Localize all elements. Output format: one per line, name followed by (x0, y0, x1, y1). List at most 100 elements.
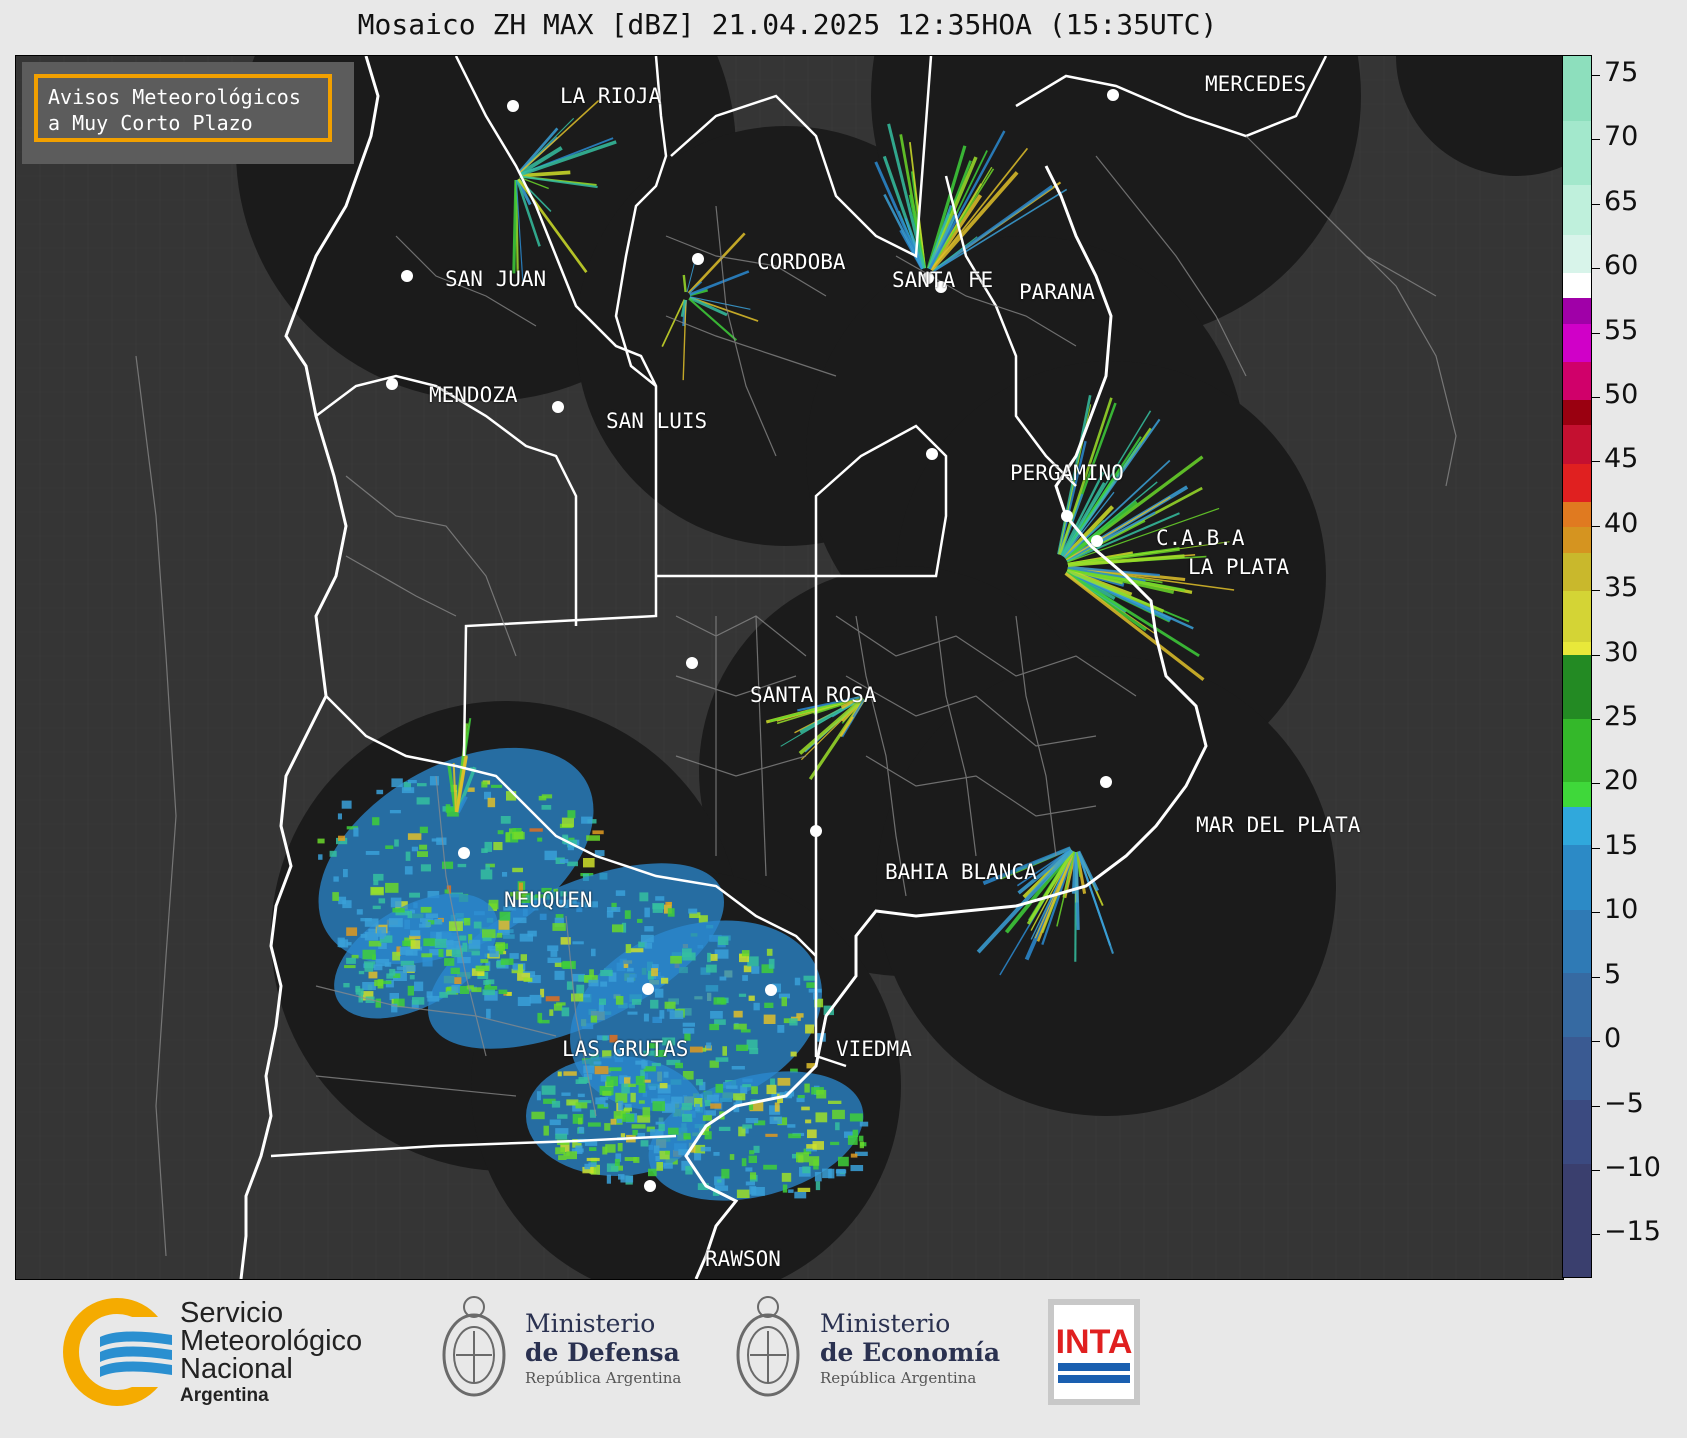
echo-speckle (805, 1119, 812, 1124)
echo-speckle (442, 861, 454, 869)
echo-speckle (814, 1172, 822, 1182)
defensa-wordmark: Ministerio de Defensa República Argentin… (525, 1309, 681, 1389)
echo-speckle (499, 911, 511, 921)
echo-speckle (595, 1097, 606, 1105)
echo-speckle (750, 1172, 757, 1180)
echo-speckle (375, 998, 381, 1008)
echo-speckle (609, 1067, 622, 1072)
city-dot (401, 270, 413, 282)
echo-speckle (830, 1141, 840, 1146)
echo-speckle (766, 1084, 777, 1095)
echo-speckle (606, 910, 614, 918)
echo-speckle (385, 882, 399, 893)
echo-speckle (681, 1103, 693, 1110)
echo-speckle (790, 1051, 797, 1057)
echo-speckle (655, 896, 665, 901)
echo-spoke-rioja (512, 179, 518, 274)
echo-speckle (577, 1093, 585, 1098)
echo-speckle (513, 917, 527, 924)
echo-speckle (558, 1155, 567, 1160)
echo-speckle (571, 993, 584, 1002)
echo-speckle (643, 1013, 649, 1022)
echo-speckle (815, 1112, 828, 1123)
echo-speckle (766, 948, 773, 956)
echo-speckle (587, 1122, 601, 1127)
echo-speckle (541, 1085, 556, 1095)
echo-speckle (355, 988, 364, 995)
echo-speckle (610, 1118, 617, 1125)
echo-speckle (527, 930, 537, 937)
echo-speckle (630, 948, 644, 953)
echo-speckle (551, 1100, 561, 1108)
radar-coverage-layer (236, 56, 1563, 1279)
echo-speckle (581, 816, 593, 824)
echo-speckle (552, 923, 566, 931)
city-label-santa-fe: SANTA FE (892, 268, 994, 292)
echo-speckle (653, 1145, 660, 1154)
echo-speckle (462, 942, 467, 952)
echo-speckle (640, 1140, 649, 1147)
echo-speckle (796, 1152, 809, 1163)
echo-speckle (579, 1126, 584, 1134)
echo-speckle (555, 1147, 565, 1155)
echo-speckle (572, 941, 584, 945)
echo-speckle (566, 1151, 577, 1160)
echo-speckle (412, 997, 425, 1005)
echo-speckle (480, 869, 493, 880)
echo-speckle (389, 810, 401, 814)
colorbar-tick-label: −5 (1604, 1088, 1644, 1119)
echo-speckle (717, 936, 729, 945)
echo-speckle (591, 948, 596, 957)
inta-logo-icon: INTA (1048, 1299, 1140, 1405)
echo-speckle (812, 1141, 824, 1150)
city-label-mar-del-plata: MAR DEL PLATA (1196, 813, 1361, 837)
echo-speckle (659, 1083, 668, 1089)
echo-speckle (695, 1079, 703, 1086)
city-dot (507, 100, 519, 112)
echo-speckle (704, 1131, 712, 1140)
echo-speckle (806, 982, 815, 988)
city-label-pergamino: PERGAMINO (1010, 461, 1124, 485)
colorbar-tick (1592, 461, 1600, 462)
colorbar-segment (1563, 323, 1591, 363)
echo-speckle (401, 787, 415, 794)
echo-speckle (625, 944, 632, 954)
echo-speckle (770, 1078, 776, 1085)
echo-speckle (777, 1025, 785, 1033)
echo-speckle (487, 797, 496, 808)
city-label-bahia-blanca: BAHIA BLANCA (885, 860, 1037, 884)
echo-speckle (531, 1111, 545, 1120)
colorbar-tick (1592, 1234, 1600, 1235)
echo-speckle (520, 954, 527, 961)
echo-speckle (417, 851, 428, 857)
colorbar-tick (1592, 1170, 1600, 1171)
echo-speckle (414, 981, 424, 992)
echo-speckle (436, 837, 447, 845)
echo-speckle (746, 1039, 758, 1050)
economia-line-3: República Argentina (820, 1369, 977, 1387)
city-dot (686, 657, 698, 669)
echo-speckle (434, 918, 443, 925)
echo-speckle (604, 1123, 611, 1131)
echo-speckle (434, 938, 448, 948)
echo-speckle (788, 1133, 801, 1139)
echo-speckle (517, 964, 523, 974)
echo-speckle (468, 939, 481, 949)
echo-speckle (789, 1018, 798, 1026)
echo-speckle (332, 892, 339, 901)
echo-speckle (370, 886, 384, 896)
echo-speckle (500, 958, 514, 965)
echo-speckle (835, 1169, 847, 1174)
radar-map[interactable] (15, 55, 1564, 1280)
colorbar-tick (1592, 333, 1600, 334)
echo-speckle (589, 1147, 597, 1151)
echo-speckle (562, 960, 576, 969)
colorbar-tick-label: 65 (1604, 186, 1639, 217)
echo-speckle (438, 949, 444, 957)
echo-speckle (475, 965, 490, 972)
echo-speckle (338, 896, 347, 905)
echo-speckle (632, 1129, 638, 1136)
echo-speckle (364, 918, 379, 927)
echo-speckle (777, 1077, 791, 1086)
echo-speckle (512, 831, 525, 840)
